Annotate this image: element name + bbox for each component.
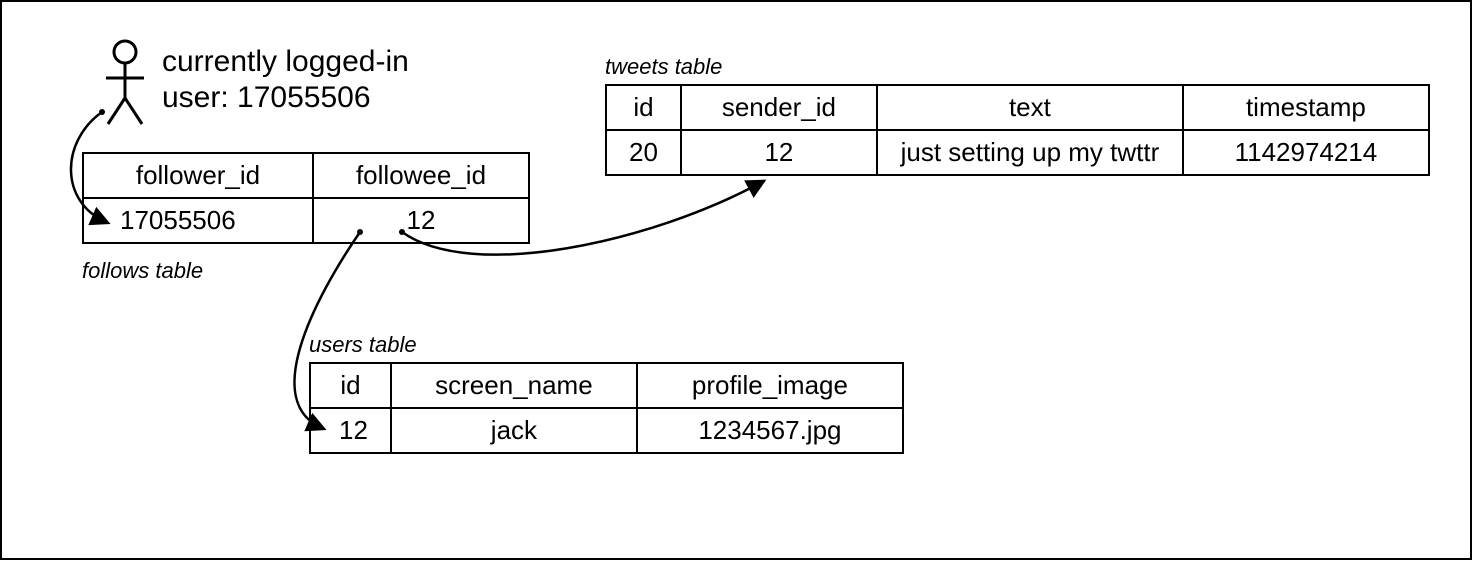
users-table-wrapper: id screen_name profile_image 12 jack 123…	[309, 362, 904, 454]
follows-header-followee: followee_id	[313, 153, 529, 198]
diagram-canvas: currently logged-in user: 17055506 follo…	[0, 0, 1472, 560]
users-cell-profileimage: 1234567.jpg	[637, 408, 903, 453]
tweets-header-text: text	[877, 85, 1183, 130]
tweets-cell-timestamp: 1142974214	[1183, 130, 1429, 175]
tweets-cell-text: just setting up my twttr	[877, 130, 1183, 175]
table-row: 12 jack 1234567.jpg	[310, 408, 903, 453]
current-user-line2: user: 17055506	[162, 81, 371, 114]
tweets-caption: tweets table	[605, 54, 722, 80]
follows-table: follower_id followee_id 17055506 12	[82, 152, 530, 244]
tweets-table: id sender_id text timestamp 20 12 just s…	[605, 84, 1430, 176]
table-row: 17055506 12	[83, 198, 529, 243]
tweets-cell-sender: 12	[681, 130, 877, 175]
follows-cell-follower: 17055506	[83, 198, 313, 243]
tweets-table-wrapper: id sender_id text timestamp 20 12 just s…	[605, 84, 1430, 176]
users-caption: users table	[309, 332, 417, 358]
user-icon	[100, 38, 150, 128]
users-header-screenname: screen_name	[391, 363, 637, 408]
tweets-header-timestamp: timestamp	[1183, 85, 1429, 130]
current-user-label: currently logged-in user: 17055506	[162, 44, 409, 116]
table-header-row: id sender_id text timestamp	[606, 85, 1429, 130]
follows-caption: follows table	[82, 258, 203, 284]
current-user-line1: currently logged-in	[162, 45, 409, 78]
users-header-profileimage: profile_image	[637, 363, 903, 408]
tweets-header-sender: sender_id	[681, 85, 877, 130]
users-header-id: id	[310, 363, 391, 408]
tweets-cell-id: 20	[606, 130, 681, 175]
follows-table-wrapper: follower_id followee_id 17055506 12	[82, 152, 530, 244]
follows-cell-followee: 12	[313, 198, 529, 243]
table-header-row: id screen_name profile_image	[310, 363, 903, 408]
tweets-header-id: id	[606, 85, 681, 130]
users-table: id screen_name profile_image 12 jack 123…	[309, 362, 904, 454]
table-header-row: follower_id followee_id	[83, 153, 529, 198]
follows-header-follower: follower_id	[83, 153, 313, 198]
users-cell-id: 12	[310, 408, 391, 453]
users-cell-screenname: jack	[391, 408, 637, 453]
table-row: 20 12 just setting up my twttr 114297421…	[606, 130, 1429, 175]
